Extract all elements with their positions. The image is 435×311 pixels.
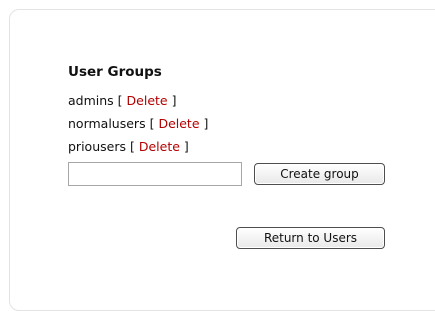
delete-admins-link[interactable]: Delete bbox=[127, 93, 168, 108]
create-group-button[interactable]: Create group bbox=[254, 163, 385, 185]
bracket: ] bbox=[183, 139, 189, 154]
delete-normalusers-link[interactable]: Delete bbox=[158, 116, 199, 131]
bracket: [ bbox=[129, 139, 135, 154]
new-group-input[interactable] bbox=[68, 162, 242, 186]
bracket: ] bbox=[203, 116, 209, 131]
group-name: normalusers bbox=[68, 116, 146, 131]
group-row-admins: admins [ Delete ] bbox=[68, 93, 177, 108]
group-row-normalusers: normalusers [ Delete ] bbox=[68, 116, 208, 131]
return-to-users-button[interactable]: Return to Users bbox=[236, 227, 385, 249]
bracket: [ bbox=[149, 116, 155, 131]
bracket: [ bbox=[117, 93, 123, 108]
group-name: priousers bbox=[68, 139, 126, 154]
delete-priousers-link[interactable]: Delete bbox=[139, 139, 180, 154]
bracket: ] bbox=[171, 93, 177, 108]
group-name: admins bbox=[68, 93, 114, 108]
group-row-priousers: priousers [ Delete ] bbox=[68, 139, 189, 154]
section-title: User Groups bbox=[68, 64, 162, 80]
user-groups-panel bbox=[9, 9, 435, 311]
